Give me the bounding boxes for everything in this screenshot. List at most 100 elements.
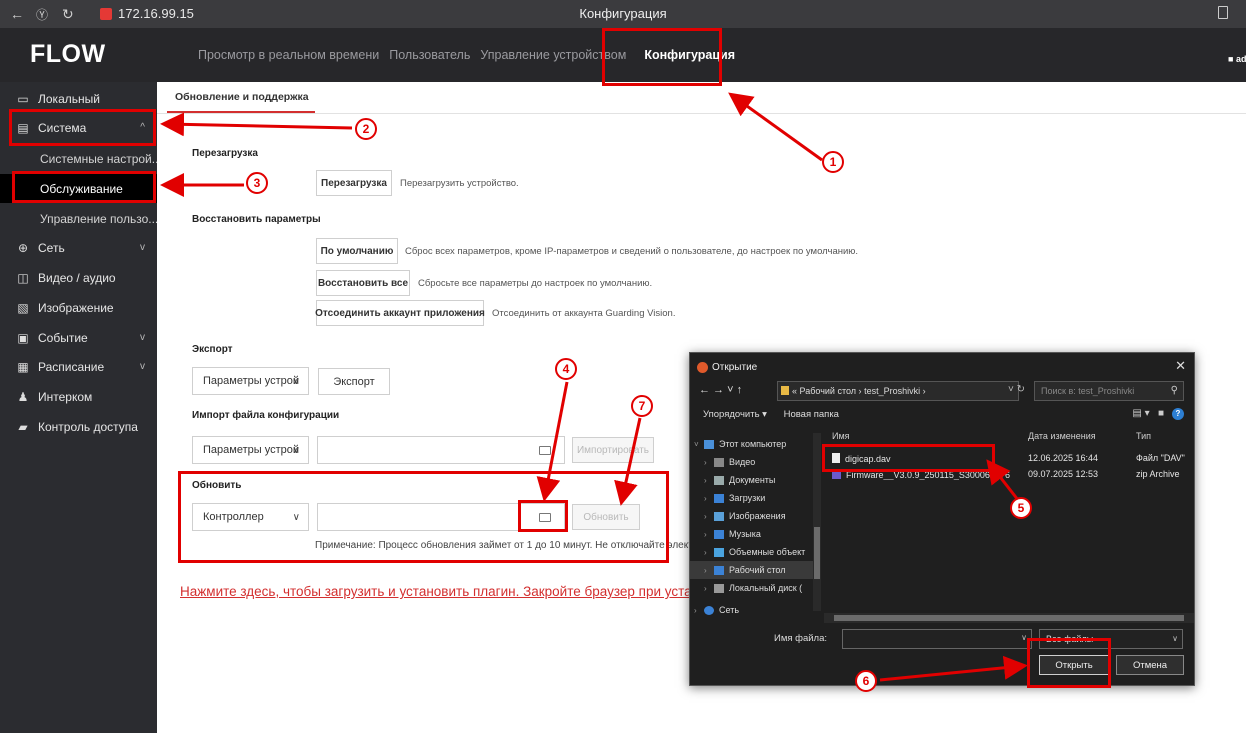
sidebar-item-user-management[interactable]: Управление пользо... — [0, 204, 157, 233]
tab-upgrade-maintenance[interactable]: Обновление и поддержка — [175, 91, 309, 103]
schedule-icon: ▦ — [17, 359, 29, 374]
default-button[interactable]: По умолчанию — [316, 238, 398, 264]
plugin-download-link[interactable]: Нажмите здесь, чтобы загрузить и установ… — [180, 584, 690, 599]
file-type: Файл "DAV" — [1136, 453, 1185, 463]
scrollbar-thumb[interactable] — [834, 615, 1184, 621]
tree-item-downloads[interactable]: › Загрузки — [690, 489, 818, 507]
sidebar-item-label: Сеть — [38, 240, 65, 255]
default-desc: Сброс всех параметров, кроме IP-параметр… — [405, 246, 859, 257]
search-input[interactable]: Поиск в: test_Proshivki ⚲ — [1034, 381, 1184, 401]
highlight-upgrade-section — [178, 471, 669, 563]
column-modified[interactable]: Дата изменения — [1028, 431, 1096, 441]
image-icon: ▧ — [17, 300, 29, 315]
section-export-title: Экспорт — [192, 344, 233, 355]
tree-item-documents[interactable]: › Документы — [690, 471, 818, 489]
section-import-title: Импорт файла конфигурации — [192, 410, 340, 421]
column-type[interactable]: Тип — [1136, 431, 1151, 441]
user-menu[interactable]: ■ ad — [1228, 54, 1246, 66]
new-folder-button[interactable]: Новая папка — [784, 409, 839, 420]
pictures-icon — [714, 511, 724, 521]
tab-strip: Обновление и поддержка — [157, 82, 1246, 114]
file-list-scrollbar[interactable] — [824, 613, 1194, 623]
tree-scrollbar[interactable] — [813, 433, 821, 611]
sidebar-item-intercom[interactable]: ♟ Интерком — [0, 382, 157, 411]
sidebar-item-access-control[interactable]: ▰ Контроль доступа — [0, 412, 157, 441]
tree-item-this-pc[interactable]: ˅ Этот компьютер — [690, 435, 818, 453]
tree-item-label: Рабочий стол — [729, 565, 786, 575]
reboot-button[interactable]: Перезагрузка — [316, 170, 392, 196]
file-type: zip Archive — [1136, 469, 1180, 479]
tree-item-label: Музыка — [729, 529, 761, 539]
restore-all-desc: Сбросьте все параметры до настроек по ум… — [418, 278, 653, 289]
restore-all-button[interactable]: Восстановить все — [316, 270, 410, 296]
highlight-browse-folder — [518, 500, 568, 532]
app-icon — [697, 362, 708, 373]
sidebar-item-video-audio[interactable]: ◫ Видео / аудио — [0, 263, 157, 292]
refresh-icon[interactable]: ˅ ↻ — [1008, 384, 1025, 395]
breadcrumb-separator: › — [922, 386, 926, 396]
tree-item-label: Объемные объект — [729, 547, 806, 557]
organize-button[interactable]: Упорядочить ▾ — [703, 409, 767, 420]
tree-item-pictures[interactable]: › Изображения — [690, 507, 818, 525]
callout-6: 6 — [855, 670, 877, 692]
tree-item-local-disk[interactable]: › Локальный диск ( — [690, 579, 818, 597]
import-file-input[interactable] — [317, 436, 565, 464]
tree-item-label: Локальный диск ( — [729, 583, 803, 593]
breadcrumb-test-proshivki[interactable]: test_Proshivki — [864, 386, 920, 396]
export-button[interactable]: Экспорт — [318, 368, 390, 395]
nav-live-view[interactable]: Просмотр в реальном времени — [198, 48, 379, 62]
folder-icon — [781, 386, 789, 395]
tree-item-desktop[interactable]: › Рабочий стол — [690, 561, 818, 579]
import-type-select[interactable]: Параметры устрой ∨ — [192, 436, 309, 464]
sidebar-item-label: Видео / аудио — [38, 270, 116, 285]
desktop-icon — [714, 565, 724, 575]
tree-item-network[interactable]: › Сеть — [690, 601, 818, 619]
bookmark-icon[interactable] — [1218, 6, 1228, 19]
cancel-button[interactable]: Отмена — [1116, 655, 1184, 675]
highlight-configuration — [602, 28, 722, 86]
sidebar-item-image[interactable]: ▧ Изображение — [0, 293, 157, 322]
music-icon — [714, 529, 724, 539]
tree-item-3d-objects[interactable]: › Объемные объект — [690, 543, 818, 561]
highlight-digicap-file — [822, 444, 995, 472]
highlight-system — [9, 109, 156, 146]
export-type-select[interactable]: Параметры устрой ∨ — [192, 367, 309, 395]
sidebar-item-system-settings[interactable]: Системные настрой... — [0, 144, 157, 173]
tree-item-label: Документы — [729, 475, 776, 485]
column-name[interactable]: Имя — [832, 431, 850, 441]
search-icon: ⚲ — [1170, 385, 1178, 396]
scrollbar-thumb[interactable] — [814, 527, 820, 579]
tree-item-label: Сеть — [719, 605, 740, 615]
sidebar-item-label: Изображение — [38, 300, 114, 315]
sidebar-item-label: Событие — [38, 330, 88, 345]
reboot-desc: Перезагрузить устройство. — [400, 178, 519, 189]
export-select-value: Параметры устрой — [203, 375, 299, 387]
dialog-nav-arrows[interactable]: ← → ˅ ↑ — [699, 384, 742, 396]
breadcrumb-desktop[interactable]: Рабочий стол — [800, 386, 857, 396]
dialog-title: Открытие — [712, 362, 758, 373]
sidebar-item-network[interactable]: ⊕ Сеть v — [0, 233, 157, 262]
breadcrumb-overflow: « — [792, 386, 798, 396]
downloads-icon — [714, 493, 724, 503]
file-modified: 12.06.2025 16:44 — [1028, 453, 1099, 463]
path-breadcrumb[interactable]: « Рабочий стол › test_Proshivki › — [777, 381, 1019, 401]
section-restore-title: Восстановить параметры — [192, 214, 321, 225]
view-options[interactable]: ▤ ▾ ■? — [1132, 408, 1184, 420]
folder-tree: ˅ Этот компьютер › Видео › Документы › Загру… — [690, 431, 822, 621]
computer-icon — [704, 439, 714, 449]
close-icon[interactable]: ✕ — [1175, 358, 1186, 374]
filename-input[interactable]: ∨ — [842, 629, 1032, 649]
browser-page-title: Конфигурация — [579, 6, 667, 21]
unlink-app-account-button[interactable]: Отсоединить аккаунт приложения — [315, 300, 485, 326]
nav-user[interactable]: Пользователь — [389, 48, 470, 62]
help-icon[interactable]: ? — [1172, 408, 1184, 420]
3d-objects-icon — [714, 547, 724, 557]
import-select-value: Параметры устрой — [203, 444, 299, 456]
folder-icon[interactable] — [539, 446, 551, 455]
unlink-app-account-desc: Отсоединить от аккаунта Guarding Vision. — [492, 308, 676, 319]
tree-item-video[interactable]: › Видео — [690, 453, 818, 471]
sidebar-item-event[interactable]: ▣ Событие v — [0, 323, 157, 352]
tree-item-music[interactable]: › Музыка — [690, 525, 818, 543]
sidebar-item-schedule[interactable]: ▦ Расписание v — [0, 352, 157, 381]
import-button[interactable]: Импортировать — [572, 437, 654, 463]
